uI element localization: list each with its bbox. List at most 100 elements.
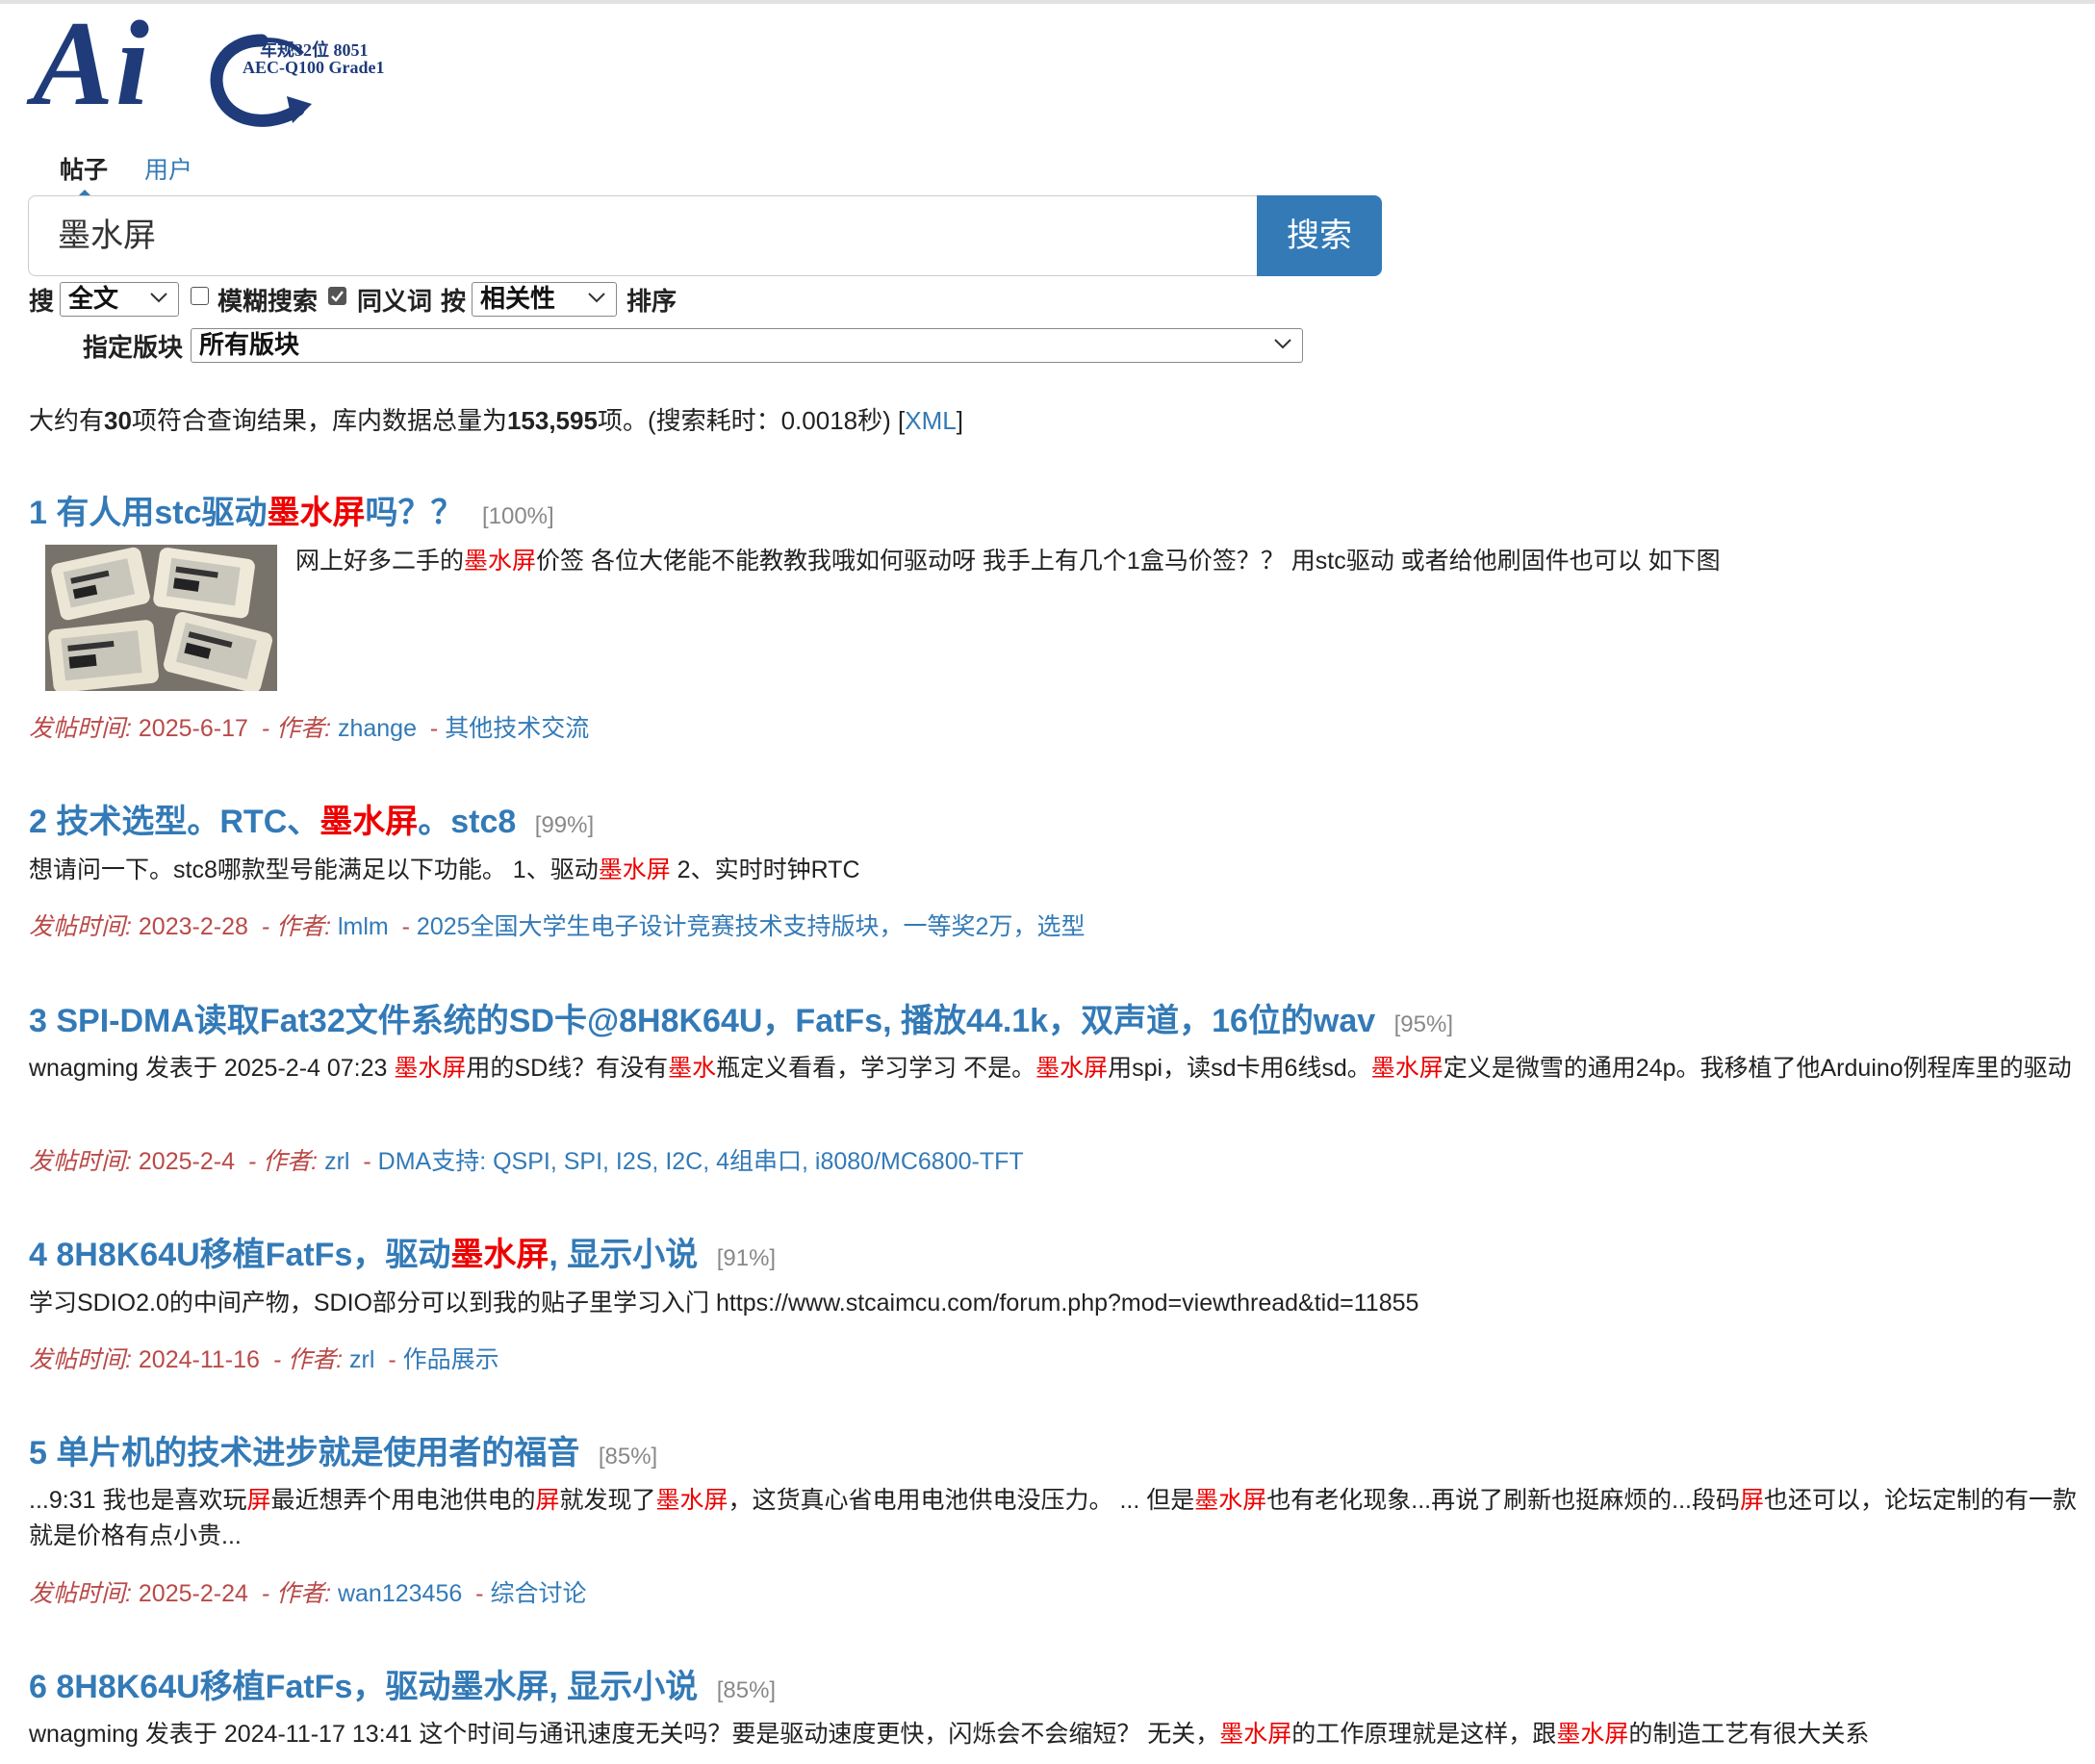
snippet-highlight: 墨水屏 <box>1556 1721 1629 1748</box>
meta-separator: - <box>388 1346 396 1373</box>
author-link[interactable]: zrl <box>324 1148 349 1175</box>
tab-users[interactable]: 用户 <box>144 154 192 187</box>
title-part: 吗？？ <box>365 495 464 531</box>
post-date: 2025-2-4 <box>138 1148 235 1175</box>
title-part: , 显示小说 <box>549 1237 699 1273</box>
fuzzy-search-checkbox[interactable] <box>191 287 209 305</box>
post-date: 2024-11-16 <box>138 1346 260 1373</box>
author-link[interactable]: wan123456 <box>338 1580 462 1607</box>
snippet-part: 用的SD线？有没有 <box>466 1055 669 1082</box>
result-title-5[interactable]: 5 单片机的技术进步就是使用者的福音 [85%] <box>29 1426 657 1473</box>
result-snippet-3: wnagming 发表于 2025-2-4 07:23 墨水屏用的SD线？有没有… <box>29 1051 2079 1087</box>
title-part: SPI-DMA读取Fat32文件系统的SD卡@8H8K64U，FatFs, 播放… <box>56 1003 1376 1039</box>
title-part: 8H8K64U移植FatFs，驱动 <box>56 1237 451 1273</box>
result-title-4[interactable]: 4 8H8K64U移植FatFs，驱动墨水屏, 显示小说 [91%] <box>29 1228 776 1275</box>
result-snippet-1: 网上好多二手的墨水屏价签 各位大佬能不能教教我哦如何驱动呀 我手上有几个1盒马价… <box>295 544 2076 579</box>
snippet-highlight: 屏 <box>1739 1487 1764 1514</box>
post-time-label: 发帖时间: <box>29 1346 132 1373</box>
author-link[interactable]: zrl <box>349 1346 374 1373</box>
author-label: - 作者: <box>261 913 332 940</box>
title-highlight: 墨水屏 <box>319 804 419 840</box>
result-snippet-5: ...9:31 我也是喜欢玩屏最近想弄个用电池供电的屏就发现了墨水屏，这货真心省… <box>29 1483 2079 1554</box>
snippet-part: 瓶定义看看，学习学习 不是。 <box>716 1055 1036 1082</box>
result-meta-5: 发帖时间: 2025-2-24 - 作者: wan123456 - 综合讨论 <box>29 1574 586 1609</box>
checkmark-icon <box>331 291 344 302</box>
result-snippet-2: 想请问一下。stc8哪款型号能满足以下功能。 1、驱动墨水屏 2、实时时钟RTC <box>29 853 2079 888</box>
xml-link[interactable]: XML <box>905 406 956 435</box>
result-meta-4: 发帖时间: 2024-11-16 - 作者: zrl - 作品展示 <box>29 1341 499 1375</box>
snippet-part: 2、实时时钟RTC <box>670 856 860 883</box>
meta-separator: - <box>475 1580 484 1607</box>
snippet-highlight: 墨水屏 <box>394 1055 467 1082</box>
post-time-label: 发帖时间: <box>29 913 132 940</box>
snippet-part: 的制造工艺有很大关系 <box>1628 1721 1870 1748</box>
result-title-3[interactable]: 3 SPI-DMA读取Fat32文件系统的SD卡@8H8K64U，FatFs, … <box>29 994 1453 1041</box>
result-title-1[interactable]: 1 有人用stc驱动墨水屏吗？？ [100%] <box>29 486 554 533</box>
tab-posts[interactable]: 帖子 <box>60 154 108 187</box>
summary-prefix: 大约有 <box>29 406 105 435</box>
author-link[interactable]: lmlm <box>338 913 389 940</box>
snippet-part: 价签 各位大佬能不能教教我哦如何驱动呀 我手上有几个1盒马价签？？ 用stc驱动… <box>536 548 1721 575</box>
forum-link[interactable]: 综合讨论 <box>490 1580 586 1607</box>
logo-ai-text: Ai <box>33 0 152 131</box>
snippet-part: wnagming 发表于 2025-2-4 07:23 <box>29 1055 395 1082</box>
author-link[interactable]: zhange <box>338 715 417 742</box>
title-highlight: 墨水屏 <box>267 495 366 531</box>
result-index: 6 <box>29 1669 47 1705</box>
relevance-score: [100%] <box>481 503 554 529</box>
result-title-2[interactable]: 2 技术选型。RTC、墨水屏。stc8 [99%] <box>29 795 594 842</box>
post-date: 2023-2-28 <box>138 913 248 940</box>
title-part: 。stc8 <box>418 804 517 840</box>
snippet-highlight: 墨水屏 <box>1219 1721 1292 1748</box>
result-title-6[interactable]: 6 8H8K64U移植FatFs，驱动墨水屏, 显示小说 [85%] <box>29 1660 776 1707</box>
search-button[interactable]: 搜索 <box>1257 195 1382 276</box>
synonym-checkbox[interactable] <box>328 287 346 305</box>
forum-link[interactable]: 作品展示 <box>403 1346 499 1373</box>
title-highlight: 墨水屏 <box>450 1237 549 1273</box>
meta-separator: - <box>363 1148 371 1175</box>
chevron-down-icon <box>150 293 167 303</box>
snippet-highlight: 墨水屏 <box>1035 1055 1109 1082</box>
meta-separator: - <box>429 715 439 742</box>
total-count: 153,595 <box>506 406 598 435</box>
forum-filter-value: 所有版块 <box>199 330 300 359</box>
snippet-highlight: 墨水屏 <box>464 548 537 575</box>
snippet-part: 用spi，读sd卡用6线sd。 <box>1108 1055 1371 1082</box>
snippet-highlight: 墨水屏 <box>1194 1487 1267 1514</box>
result-index: 3 <box>29 1003 47 1039</box>
meta-separator: - <box>401 913 410 940</box>
forum-link[interactable]: DMA支持: QSPI, SPI, I2S, I2C, 4组串口, i8080/… <box>378 1148 1024 1175</box>
window-top-border <box>0 0 2095 4</box>
result-count: 30 <box>104 406 132 435</box>
snippet-part: ...9:31 我也是喜欢玩 <box>29 1487 247 1514</box>
snippet-part: 学习SDIO2.0的中间产物，SDIO部分可以到我的贴子里学习入门 https:… <box>29 1290 1419 1317</box>
title-part: 技术选型。RTC、 <box>56 804 320 840</box>
result-thumbnail-image[interactable] <box>45 545 277 691</box>
summary-end: ] <box>956 406 963 435</box>
sort-order-select[interactable]: 相关性 <box>472 282 617 317</box>
search-in-label: 搜 <box>29 287 55 316</box>
snippet-part: 定义是微雪的通用24p。我移植了他Arduino例程库里的驱动 <box>1443 1055 2072 1082</box>
snippet-highlight: 屏 <box>246 1487 271 1514</box>
relevance-score: [85%] <box>716 1677 777 1703</box>
snippet-part: 想请问一下。stc8哪款型号能满足以下功能。 1、驱动 <box>29 856 599 883</box>
post-time-label: 发帖时间: <box>29 715 132 742</box>
forum-filter-label: 指定版块 <box>83 333 184 362</box>
sort-label: 排序 <box>626 287 677 316</box>
fuzzy-search-label: 模糊搜索 <box>217 287 319 316</box>
relevance-score: [85%] <box>598 1444 658 1470</box>
snippet-highlight: 屏 <box>535 1487 560 1514</box>
search-input[interactable]: 墨水屏 <box>28 195 1258 276</box>
forum-filter-select[interactable]: 所有版块 <box>191 328 1303 363</box>
forum-link[interactable]: 其他技术交流 <box>445 715 589 742</box>
logo-line2: AEC-Q100 Grade1 <box>243 58 385 77</box>
relevance-score: [99%] <box>534 812 595 838</box>
snippet-part: 就发现了 <box>559 1487 656 1514</box>
search-scope-select[interactable]: 全文 <box>60 282 179 317</box>
site-logo[interactable]: Ai 车规32位 8051 AEC-Q100 Grade1 <box>29 4 404 129</box>
result-meta-1: 发帖时间: 2025-6-17 - 作者: zhange - 其他技术交流 <box>29 709 589 744</box>
result-index: 1 <box>29 495 47 531</box>
result-index: 2 <box>29 804 47 840</box>
forum-link[interactable]: 2025全国大学生电子设计竞赛技术支持版块，一等奖2万，选型 <box>417 913 1086 940</box>
title-part: 有人用stc驱动 <box>56 495 268 531</box>
